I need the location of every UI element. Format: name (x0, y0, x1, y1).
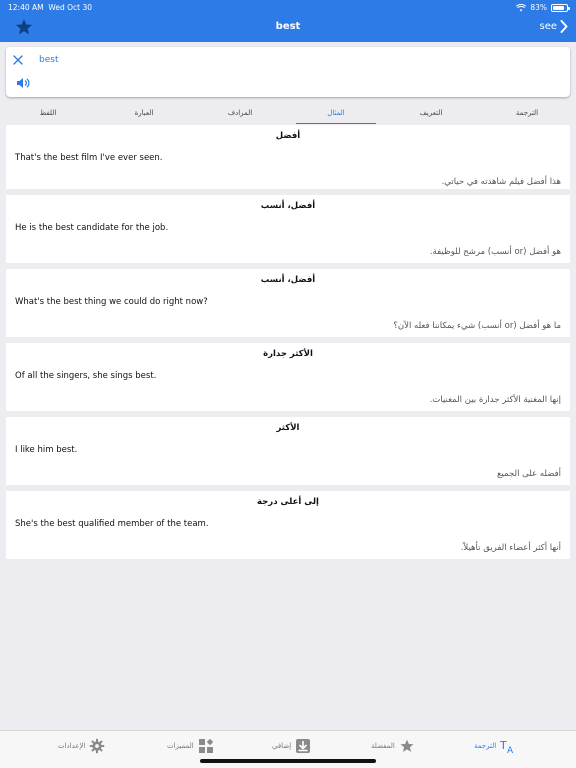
features-icon (198, 738, 213, 753)
example-arabic: هو أفضل (or أنسب) مرشح للوظيفة. (429, 247, 561, 257)
example-card: الأكثر جدارة Of all the singers, she sin… (6, 343, 570, 411)
search-input[interactable] (39, 53, 439, 67)
search-box (6, 47, 570, 97)
svg-text:A: A (507, 746, 514, 754)
star-icon (400, 739, 414, 752)
tabbar-favorites[interactable]: المفضلة (371, 738, 415, 754)
example-card: أفضل، أنسب He is the best candidate for … (6, 195, 570, 263)
example-card: أفضل That's the best film I've ever seen… (6, 125, 570, 189)
close-icon[interactable] (11, 53, 25, 67)
tab-pronunciation[interactable]: اللفظ (8, 106, 88, 124)
status-time-text: 12:40 AM (8, 3, 44, 12)
tabbar-translate[interactable]: الترجمة TA (474, 738, 516, 754)
tab-bar: الترجمة التعريف المثال المرادف العبارة ا… (0, 106, 576, 124)
wifi-icon (516, 3, 527, 11)
example-heading: أفضل، أنسب (260, 201, 316, 211)
see-label: see (539, 21, 557, 32)
example-arabic: أفضله على الجميع (497, 469, 561, 479)
home-indicator (200, 759, 376, 763)
example-english: That's the best film I've ever seen. (15, 153, 163, 163)
tabbar-features-label: المميزات (167, 742, 194, 750)
example-heading: إلى أعلى درجة (257, 497, 319, 507)
tabbar-settings-label: الإعدادات (58, 742, 86, 750)
page-title: best (275, 21, 301, 32)
status-bar: 12:40 AM Wed Oct 30 83% (0, 0, 576, 14)
tab-synonym[interactable]: المرادف (200, 106, 280, 124)
example-heading: أفضل (275, 131, 301, 141)
tabbar-extra[interactable]: إضافي (272, 738, 311, 754)
tabbar-translate-label: الترجمة (474, 742, 497, 750)
example-card: أفضل، أنسب What's the best thing we coul… (6, 269, 570, 337)
tabbar-features[interactable]: المميزات (167, 738, 214, 754)
tab-definition[interactable]: التعريف (391, 106, 471, 124)
example-english: What's the best thing we could do right … (15, 297, 208, 307)
gear-icon (90, 738, 105, 754)
example-english: He is the best candidate for the job. (15, 223, 169, 233)
download-icon (296, 739, 311, 753)
speaker-icon[interactable] (16, 77, 30, 89)
status-right: 83% (516, 3, 570, 12)
tab-phrase[interactable]: العبارة (104, 106, 184, 124)
chevron-right-icon (560, 20, 568, 33)
tab-example[interactable]: المثال (296, 106, 376, 124)
battery-icon (551, 3, 570, 12)
example-arabic: أنها أكثر أعضاء الفريق تأهيلاً. (460, 543, 561, 553)
tabbar-favorites-label: المفضلة (371, 742, 395, 750)
tab-translation[interactable]: الترجمة (487, 106, 567, 124)
navigation-bar: 12:40 AM Wed Oct 30 83% best see (0, 0, 576, 42)
translate-icon: TA (500, 739, 514, 754)
example-heading: أفضل، أنسب (260, 275, 316, 285)
battery-percent: 83% (530, 3, 547, 12)
example-card: الأكثر I like him best. أفضله على الجميع (6, 417, 570, 485)
tabbar-settings[interactable]: الإعدادات (58, 738, 105, 754)
svg-text:T: T (500, 739, 507, 752)
example-arabic: ما هو أفضل (or أنسب) شيء يمكاننا فعله ال… (393, 321, 561, 331)
example-english: She's the best qualified member of the t… (15, 519, 209, 529)
see-button[interactable]: see (539, 20, 568, 33)
example-heading: الأكثر (276, 423, 300, 433)
example-arabic: إنها المغنية الأكثر جدارة بين المغنيات. (429, 395, 561, 405)
example-heading: الأكثر جدارة (263, 349, 313, 359)
example-arabic: هذا أفضل فيلم شاهدته في حياتي. (441, 177, 561, 187)
example-english: I like him best. (15, 445, 78, 455)
status-time: 12:40 AM Wed Oct 30 (8, 3, 92, 12)
tabbar-extra-label: إضافي (272, 742, 292, 750)
status-date-text: Wed Oct 30 (48, 3, 93, 12)
example-card: إلى أعلى درجة She's the best qualified m… (6, 491, 570, 559)
example-english: Of all the singers, she sings best. (15, 371, 157, 381)
